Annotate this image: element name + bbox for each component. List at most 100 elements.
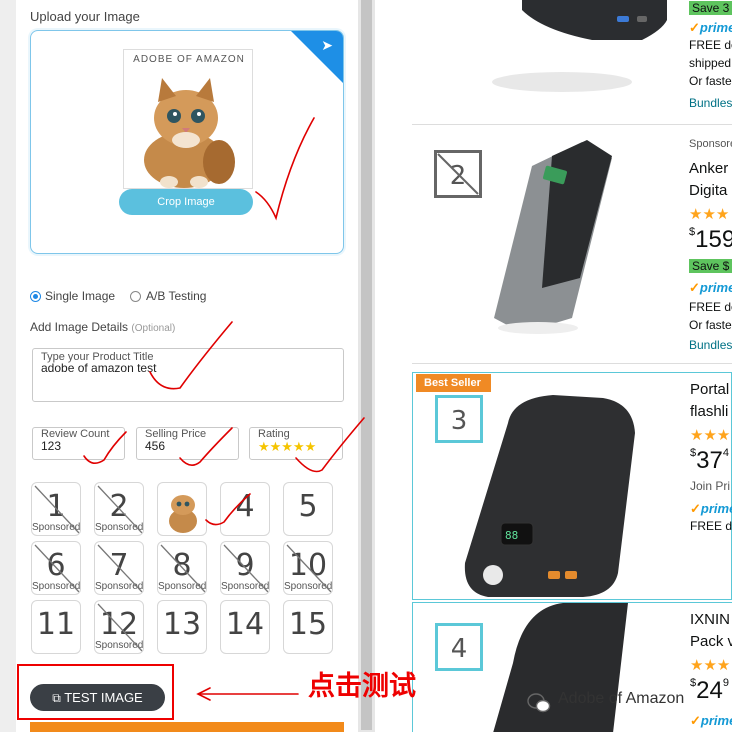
price: $374 <box>690 447 729 474</box>
position-tile[interactable]: 15 <box>283 600 333 654</box>
wechat-icon <box>527 693 551 713</box>
position-number: 5 <box>298 489 318 524</box>
scrollbar-thumb[interactable] <box>361 0 372 730</box>
single-image-radio[interactable] <box>30 291 41 302</box>
position-tile[interactable]: 13 <box>157 600 207 654</box>
search-results: Save 3 ✓prime FREE de shipped Or faste B… <box>412 0 732 732</box>
position-tile[interactable] <box>157 482 207 536</box>
delivery-line-3: Or faste <box>689 74 732 88</box>
position-tile[interactable]: 2 Sponsored <box>94 482 144 536</box>
position-tile[interactable]: 11 <box>31 600 81 654</box>
strike-line <box>34 485 80 534</box>
watermark-text: Adobe of Amazon <box>558 690 685 707</box>
send-icon[interactable]: ➤ <box>321 37 333 54</box>
rating-stars[interactable]: ★★★ <box>689 205 729 223</box>
best-seller-badge: Best Seller <box>416 374 491 392</box>
strike-line <box>97 603 143 652</box>
sponsored-label: Sponsored <box>689 138 732 150</box>
position-tile[interactable]: 10 Sponsored <box>283 541 333 595</box>
strike-line <box>286 544 332 593</box>
details-hint: (Optional) <box>131 323 176 334</box>
ab-testing-radio[interactable] <box>130 291 141 302</box>
join-prime-line: Join Pri <box>690 479 731 493</box>
strike-line <box>97 544 143 593</box>
position-tile[interactable]: 5 <box>283 482 333 536</box>
prime-logo: prime <box>699 280 732 295</box>
corner-flag <box>291 31 343 83</box>
review-count-field[interactable]: Review Count 123 <box>32 427 125 460</box>
position-tile[interactable]: 14 <box>220 600 270 654</box>
position-tile[interactable]: 4 <box>220 482 270 536</box>
product-card-2[interactable]: 2 Sponsored Anker Digita ★★★ $159 Save $… <box>412 128 732 364</box>
rating-stars[interactable]: ★★★ <box>690 426 730 444</box>
position-number: 14 <box>225 607 265 642</box>
kitten-thumbnail-icon <box>169 495 197 533</box>
product-title-line-1[interactable]: IXNIN <box>690 611 730 628</box>
power-bank-image <box>492 0 667 92</box>
product-card-4[interactable]: 4 IXNIN Pack v ★★★ $249 ✓prime <box>412 602 732 732</box>
position-number: 13 <box>162 607 202 642</box>
kitten-image <box>144 78 235 188</box>
strike-line <box>160 544 206 593</box>
delivery-line-2: shipped <box>689 56 732 70</box>
orange-bottom-bar <box>30 722 344 732</box>
save-tag: Save $ <box>689 259 732 273</box>
save-tag: Save 3 <box>689 1 732 15</box>
price: $159 <box>689 226 732 253</box>
product-title-line-1[interactable]: Portal <box>690 381 729 398</box>
prime-logo: prime <box>699 20 732 35</box>
product-title-line-2[interactable]: Pack v <box>690 633 732 650</box>
price: $249 <box>690 677 729 704</box>
position-number: 11 <box>36 607 76 642</box>
delivery-line-1: FREE de <box>689 300 732 314</box>
review-count-value[interactable]: 123 <box>41 439 61 453</box>
bundles-link[interactable]: Bundles <box>689 96 732 110</box>
strike-line <box>97 485 143 534</box>
position-tile[interactable]: 1 Sponsored <box>31 482 81 536</box>
bundles-link[interactable]: Bundles <box>689 338 732 352</box>
rating-field[interactable]: Rating ★★★★★ <box>249 427 343 460</box>
uploaded-image: ADOBE OF AMAZON <box>123 49 253 189</box>
rating-stars[interactable]: ★★★★★ <box>258 439 316 455</box>
test-image-button[interactable]: ⧉ TEST IMAGE <box>30 684 165 711</box>
upload-label: Upload your Image <box>30 9 140 24</box>
position-number: 15 <box>288 607 328 642</box>
crop-image-button[interactable]: Crop Image <box>119 189 253 215</box>
product-image <box>412 0 678 124</box>
delivery-line-1: FREE de <box>689 38 732 52</box>
product-title-line-1[interactable]: Anker <box>689 160 728 177</box>
product-card-3[interactable]: 88 Best Seller 3 Portal flashli ★★★ $374… <box>412 372 732 600</box>
position-badge-3: 3 <box>435 395 483 443</box>
product-title-line-2[interactable]: flashli <box>690 403 728 420</box>
position-tile[interactable]: 6 Sponsored <box>31 541 81 595</box>
position-tile[interactable]: 9 Sponsored <box>220 541 270 595</box>
selling-price-field[interactable]: Selling Price 456 <box>136 427 239 460</box>
product-title-field[interactable]: Type your Product Title adobe of amazon … <box>32 348 344 402</box>
position-tile[interactable]: 12 Sponsored <box>94 600 144 654</box>
ab-testing-label[interactable]: A/B Testing <box>146 289 206 303</box>
position-number: 4 <box>235 489 255 524</box>
click-to-test-annotation: 点击测试 <box>308 671 416 702</box>
delivery-line-2: Or faste <box>689 318 732 332</box>
image-upload-box[interactable]: ➤ ADOBE OF AMAZON Crop Image <box>30 30 344 254</box>
position-badge-2: 2 <box>434 150 482 198</box>
position-tile[interactable]: 8 Sponsored <box>157 541 207 595</box>
product-title-value[interactable]: adobe of amazon test <box>41 361 156 375</box>
strike-line <box>34 544 80 593</box>
external-link-icon: ⧉ <box>52 691 61 705</box>
single-image-label[interactable]: Single Image <box>45 289 115 303</box>
product-card-1[interactable]: Save 3 ✓prime FREE de shipped Or faste B… <box>412 0 732 125</box>
svg-text:88: 88 <box>505 529 518 542</box>
rating-stars[interactable]: ★★★ <box>690 656 730 674</box>
test-image-label: TEST IMAGE <box>64 690 143 705</box>
strike-line <box>223 544 269 593</box>
delivery-line: FREE de <box>690 519 732 533</box>
position-badge-4: 4 <box>435 623 483 671</box>
details-label: Add Image Details (Optional) <box>30 320 175 334</box>
image-test-panel: Upload your Image ➤ ADOBE OF AMAZON Crop… <box>0 0 375 732</box>
prime-logo: prime <box>700 713 732 728</box>
position-tile[interactable]: 7 Sponsored <box>94 541 144 595</box>
selling-price-value[interactable]: 456 <box>145 439 165 453</box>
product-title-line-2[interactable]: Digita <box>689 182 727 199</box>
details-title: Add Image Details <box>30 320 129 334</box>
